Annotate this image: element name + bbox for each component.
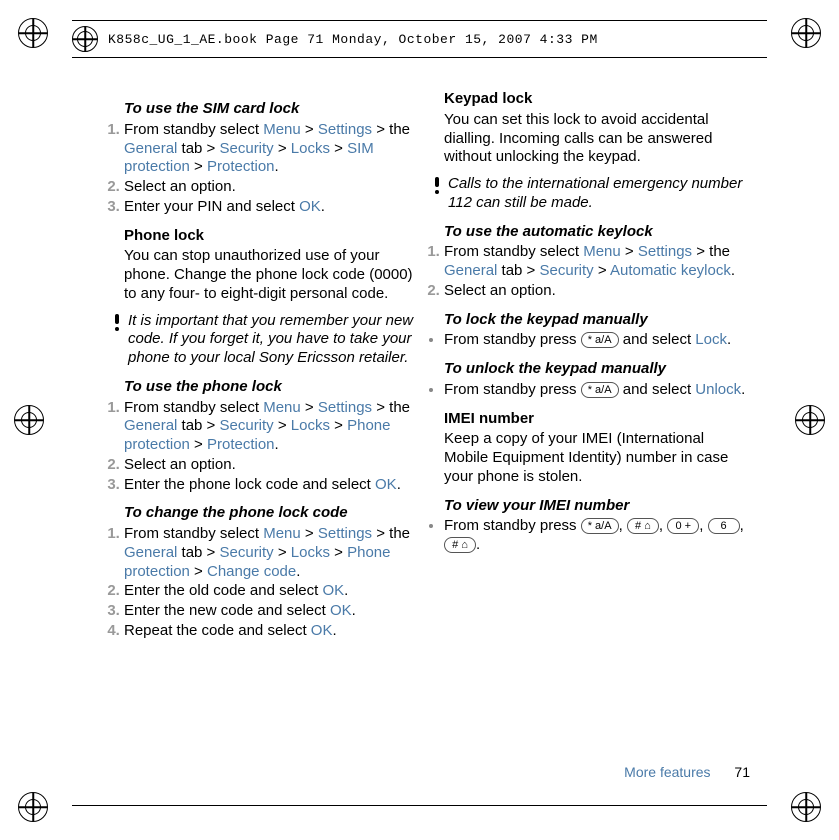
step: Select an option. [124, 178, 416, 197]
sub-heading: IMEI number [444, 410, 750, 429]
info-note: Calls to the international emergency num… [430, 175, 750, 213]
section-title: To view your IMEI number [444, 497, 750, 516]
step: Enter the new code and select OK. [124, 602, 416, 621]
left-column: To use the SIM card lock From standby se… [110, 90, 416, 642]
star-key-icon: * a/A [581, 382, 619, 398]
menu-link: OK [322, 582, 344, 599]
unlock-step: From standby press * a/A and select Unlo… [430, 381, 750, 400]
section-title: To use the SIM card lock [124, 100, 416, 119]
step: From standby select Menu > Settings > th… [444, 243, 750, 281]
info-icon [430, 175, 444, 213]
body-text: Keep a copy of your IMEI (International … [444, 430, 750, 486]
section-title: To lock the keypad manually [444, 311, 750, 330]
step: From standby select Menu > Settings > th… [124, 399, 416, 455]
menu-link: Locks [291, 417, 330, 434]
note-text: Calls to the international emergency num… [444, 175, 750, 213]
menu-link: Security [540, 262, 594, 279]
step: From standby select Menu > Settings > th… [124, 121, 416, 177]
menu-link: General [124, 417, 177, 434]
step: From standby press * a/A and select Lock… [444, 331, 750, 350]
zero-key-icon: 0 + [667, 518, 699, 534]
menu-link: Protection [207, 436, 275, 453]
menu-link: Security [220, 544, 274, 561]
auto-steps: From standby select Menu > Settings > th… [430, 243, 750, 300]
crop-mark-icon [18, 792, 48, 822]
sub-heading: Keypad lock [444, 90, 750, 109]
page-content: To use the SIM card lock From standby se… [110, 90, 750, 642]
menu-link: Menu [263, 399, 301, 416]
step: Enter the old code and select OK. [124, 582, 416, 601]
star-key-icon: * a/A [581, 332, 619, 348]
menu-link: Menu [263, 121, 301, 138]
crop-mark-icon [14, 405, 44, 435]
hash-key-icon: # ⌂ [444, 537, 476, 553]
menu-link: General [124, 544, 177, 561]
menu-link: Menu [263, 525, 301, 542]
step: From standby press * a/A, # ⌂, 0 +, 6, #… [444, 517, 750, 555]
lock-step: From standby press * a/A and select Lock… [430, 331, 750, 350]
footer-rule [72, 805, 767, 806]
section-title: To unlock the keypad manually [444, 360, 750, 379]
menu-link: Settings [318, 399, 372, 416]
step: From standby press * a/A and select Unlo… [444, 381, 750, 400]
page-number: 71 [734, 764, 750, 780]
section-title: To change the phone lock code [124, 504, 416, 523]
header-text: K858c_UG_1_AE.book Page 71 Monday, Octob… [108, 32, 598, 47]
note-text: It is important that you remember your n… [124, 312, 416, 368]
menu-link: OK [330, 602, 352, 619]
change-steps: From standby select Menu > Settings > th… [110, 525, 416, 641]
step: Select an option. [124, 456, 416, 475]
info-icon [110, 312, 124, 368]
sub-heading: Phone lock [124, 227, 416, 246]
phone-steps: From standby select Menu > Settings > th… [110, 399, 416, 495]
menu-link: Lock [695, 331, 727, 348]
crop-mark-icon [791, 792, 821, 822]
menu-link: Settings [638, 243, 692, 260]
hash-key-icon: # ⌂ [627, 518, 659, 534]
menu-link: OK [311, 622, 333, 639]
info-note: It is important that you remember your n… [110, 312, 416, 368]
page-footer: More features 71 [110, 764, 750, 780]
menu-link: Locks [291, 544, 330, 561]
menu-link: General [444, 262, 497, 279]
print-header: K858c_UG_1_AE.book Page 71 Monday, Octob… [72, 20, 767, 58]
body-text: You can stop unauthorized use of your ph… [124, 247, 416, 303]
menu-link: General [124, 140, 177, 157]
crop-mark-icon [18, 18, 48, 48]
menu-link: Locks [291, 140, 330, 157]
right-column: Keypad lock You can set this lock to avo… [444, 90, 750, 642]
menu-link: Unlock [695, 381, 741, 398]
sim-steps: From standby select Menu > Settings > th… [110, 121, 416, 217]
body-text: You can set this lock to avoid accidenta… [444, 111, 750, 167]
star-key-icon: * a/A [581, 518, 619, 534]
step: From standby select Menu > Settings > th… [124, 525, 416, 581]
menu-link: Settings [318, 525, 372, 542]
menu-link: OK [299, 198, 321, 215]
crop-mark-icon [795, 405, 825, 435]
step: Select an option. [444, 282, 750, 301]
menu-link: Automatic keylock [610, 262, 731, 279]
step: Enter your PIN and select OK. [124, 198, 416, 217]
menu-link: OK [375, 476, 397, 493]
imei-step: From standby press * a/A, # ⌂, 0 +, 6, #… [430, 517, 750, 555]
menu-link: Protection [207, 158, 275, 175]
section-title: To use the automatic keylock [444, 223, 750, 242]
six-key-icon: 6 [708, 518, 740, 534]
section-title: To use the phone lock [124, 378, 416, 397]
step: Enter the phone lock code and select OK. [124, 476, 416, 495]
menu-link: Change code [207, 563, 296, 580]
menu-link: Menu [583, 243, 621, 260]
menu-link: Security [220, 140, 274, 157]
crop-mark-icon [791, 18, 821, 48]
menu-link: Security [220, 417, 274, 434]
step: Repeat the code and select OK. [124, 622, 416, 641]
menu-link: Settings [318, 121, 372, 138]
footer-label: More features [624, 764, 710, 780]
